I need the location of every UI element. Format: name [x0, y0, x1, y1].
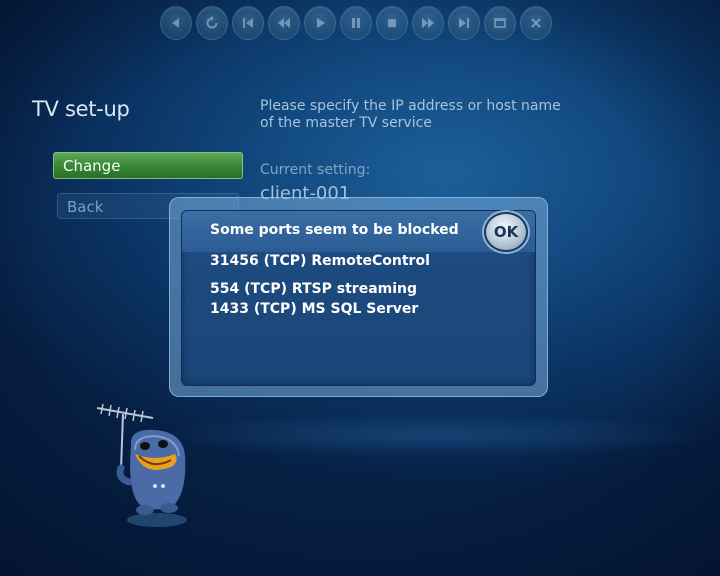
skip-forward-icon[interactable] — [448, 6, 480, 40]
stop-icon[interactable] — [376, 6, 408, 40]
play-icon[interactable] — [304, 6, 336, 40]
window-icon[interactable] — [484, 6, 516, 40]
close-icon[interactable] — [520, 6, 552, 40]
rewind-icon[interactable] — [268, 6, 300, 40]
instruction-text: Please specify the IP address or host na… — [260, 98, 600, 132]
dialog-title: Some ports seem to be blocked — [210, 222, 459, 238]
change-button[interactable]: Change — [53, 152, 243, 179]
fast-forward-icon[interactable] — [412, 6, 444, 40]
ok-button[interactable]: OK — [484, 212, 528, 252]
refresh-icon[interactable] — [196, 6, 228, 40]
port-item: 31456 (TCP) RemoteControl — [210, 253, 430, 269]
skip-back-icon[interactable] — [232, 6, 264, 40]
transport-bar — [160, 6, 552, 40]
port-item: 554 (TCP) RTSP streaming — [210, 281, 418, 297]
instruction-line-1: Please specify the IP address or host na… — [260, 98, 561, 114]
pause-icon[interactable] — [340, 6, 372, 40]
port-item: 1433 (TCP) MS SQL Server — [210, 301, 419, 317]
tv-mascot-image — [96, 403, 187, 527]
page-title: TV set-up — [32, 97, 130, 121]
instruction-line-2: of the master TV service — [260, 115, 432, 131]
back-arrow-icon[interactable] — [160, 6, 192, 40]
current-setting-label: Current setting: — [260, 162, 371, 178]
